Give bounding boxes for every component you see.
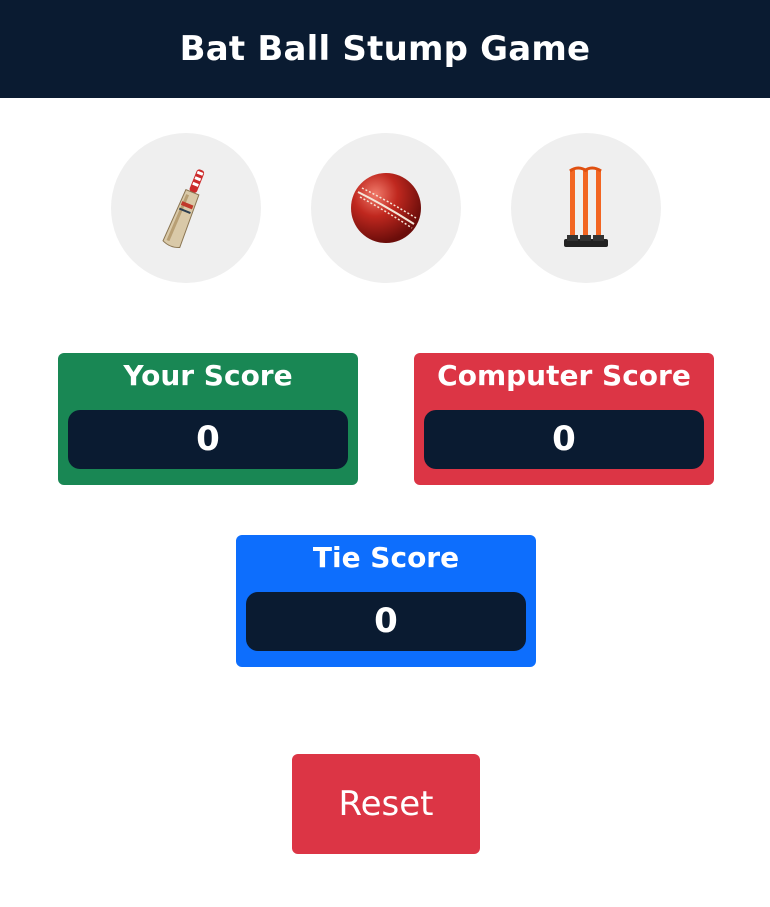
tie-score-label: Tie Score — [312, 541, 460, 574]
computer-score-label: Computer Score — [437, 359, 691, 392]
cricket-ball-icon — [351, 173, 421, 243]
reset-button[interactable]: Reset — [292, 754, 480, 854]
page-title: Bat Ball Stump Game — [179, 29, 591, 69]
ball-choice-button[interactable] — [311, 133, 461, 283]
your-score-label: Your Score — [123, 359, 293, 392]
cricket-bat-icon — [162, 169, 205, 249]
stump-choice-button[interactable] — [511, 133, 661, 283]
computer-score-box: Computer Score 0 — [414, 353, 714, 485]
computer-score-value: 0 — [424, 410, 704, 469]
your-score-value: 0 — [68, 410, 348, 469]
bat-choice-button[interactable] — [111, 133, 261, 283]
cricket-stumps-icon — [564, 166, 608, 247]
tie-score-value: 0 — [246, 592, 526, 651]
header: Bat Ball Stump Game — [0, 0, 770, 98]
tie-score-box: Tie Score 0 — [236, 535, 536, 667]
your-score-box: Your Score 0 — [58, 353, 358, 485]
